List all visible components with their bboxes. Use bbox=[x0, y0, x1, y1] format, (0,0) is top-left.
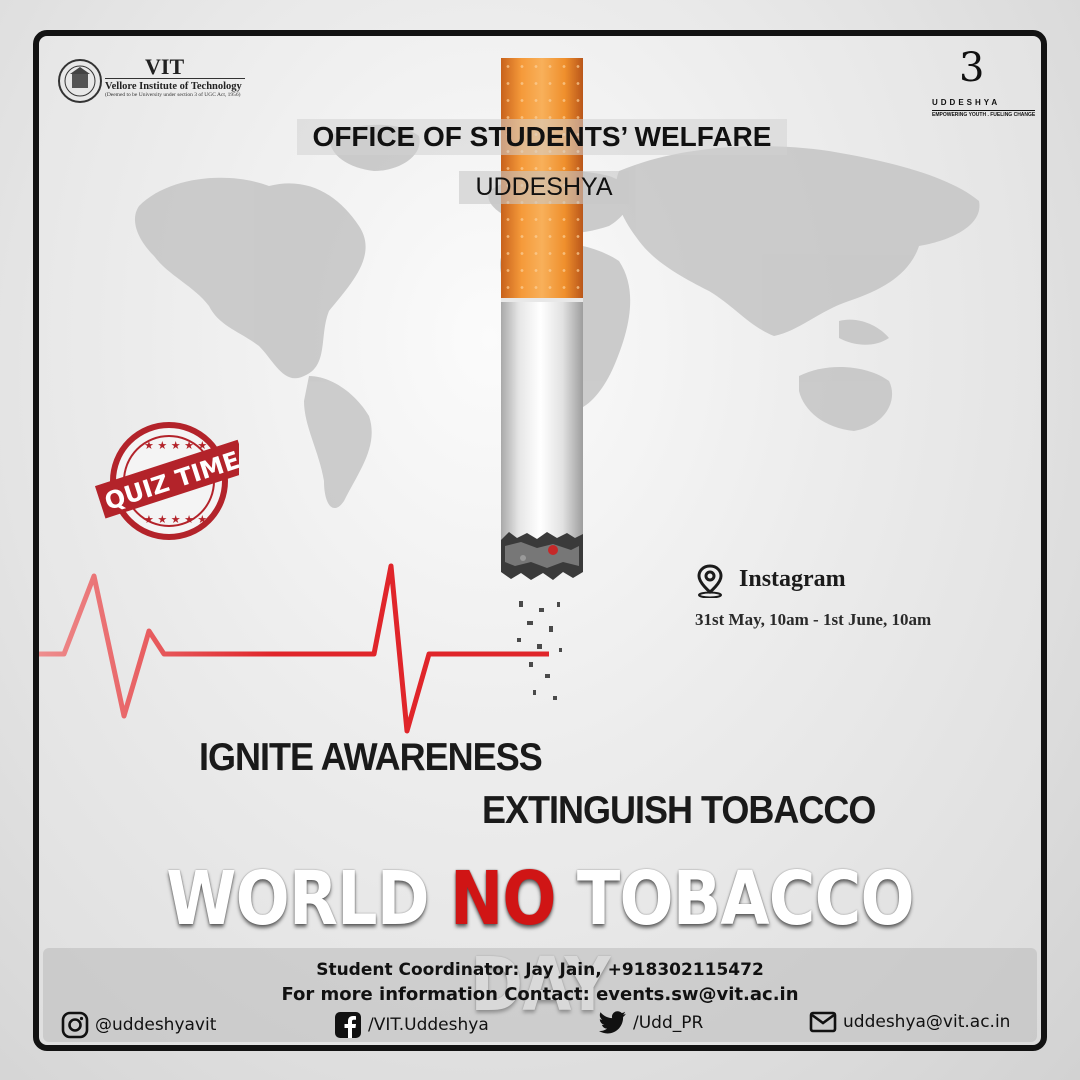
office-title: OFFICE OF STUDENTS’ WELFARE bbox=[297, 119, 787, 155]
uddeshya-logo-name: UDDESHYA bbox=[932, 98, 1001, 107]
twitter-handle: /Udd_PR bbox=[633, 1013, 704, 1033]
facebook-handle: /VIT.Uddeshya bbox=[368, 1015, 489, 1035]
social-facebook[interactable]: /VIT.Uddeshya bbox=[334, 1011, 489, 1039]
svg-text:★ ★ ★ ★ ★: ★ ★ ★ ★ ★ bbox=[144, 439, 207, 452]
event-datetime: 31st May, 10am - 1st June, 10am bbox=[695, 610, 932, 629]
coordinator-info: Student Coordinator: Jay Jain, +91830211… bbox=[316, 960, 764, 980]
vit-logo-name: VIT bbox=[145, 54, 185, 79]
social-instagram[interactable]: @uddeshyavit bbox=[61, 1011, 216, 1039]
social-twitter[interactable]: /Udd_PR bbox=[599, 1011, 703, 1035]
vit-logo-deemed: (Deemed to be University under section 3… bbox=[105, 92, 241, 98]
uddeshya-logo-tagline: EMPOWERING YOUTH . FUELING CHANGE bbox=[932, 110, 1036, 118]
mail-icon bbox=[809, 1011, 837, 1033]
slogan-line-1: IGNITE AWARENESS bbox=[199, 734, 543, 779]
slogan-line-2: EXTINGUISH TOBACCO bbox=[482, 787, 876, 832]
twitter-icon bbox=[599, 1011, 626, 1034]
map-pin-icon bbox=[697, 564, 723, 598]
vit-logo-fullname: Vellore Institute of Technology bbox=[105, 78, 245, 92]
poster-frame: VIT Vellore Institute of Technology (Dee… bbox=[33, 30, 1047, 1051]
uddeshya-logo-mark: 3 bbox=[959, 45, 985, 91]
contact-info: For more information Contact: events.sw@… bbox=[281, 984, 799, 1005]
instagram-icon bbox=[61, 1011, 89, 1039]
instagram-handle: @uddeshyavit bbox=[95, 1015, 217, 1035]
event-platform: Instagram bbox=[739, 566, 846, 592]
cigarette-paper-graphic bbox=[501, 302, 583, 547]
department-name: UDDESHYA bbox=[459, 171, 629, 204]
poster: VIT Vellore Institute of Technology (Dee… bbox=[0, 0, 1080, 1080]
title-part-1: WORLD bbox=[166, 856, 450, 942]
facebook-icon bbox=[335, 1012, 361, 1038]
mail-address: uddeshya@vit.ac.in bbox=[843, 1012, 1011, 1032]
heartbeat-line-graphic bbox=[39, 563, 1041, 734]
social-mail[interactable]: uddeshya@vit.ac.in bbox=[809, 1011, 1010, 1033]
vit-emblem-icon bbox=[58, 59, 102, 103]
svg-text:★ ★ ★ ★ ★: ★ ★ ★ ★ ★ bbox=[144, 513, 207, 526]
title-highlight: NO bbox=[449, 856, 557, 942]
quiz-time-stamp-icon: ★ ★ ★ ★ ★ ★ ★ ★ ★ ★ QUIZ TIME bbox=[94, 422, 239, 540]
